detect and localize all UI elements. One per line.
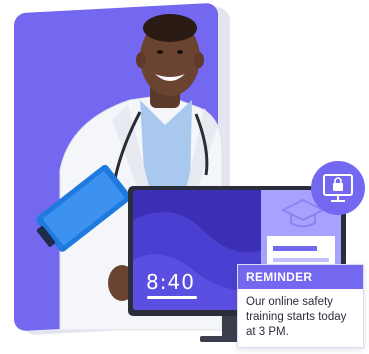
hero-illustration: 8:40 REMINDER Our online safety training… (0, 0, 369, 354)
monitor-clock: 8:40 (146, 270, 195, 294)
clock-underline (147, 296, 197, 299)
lock-monitor-icon (323, 174, 353, 202)
reminder-message: Our online safety training starts today … (246, 296, 347, 338)
reminder-title: REMINDER (238, 265, 363, 289)
security-badge (311, 161, 365, 215)
reminder-card: REMINDER Our online safety training star… (237, 264, 364, 348)
